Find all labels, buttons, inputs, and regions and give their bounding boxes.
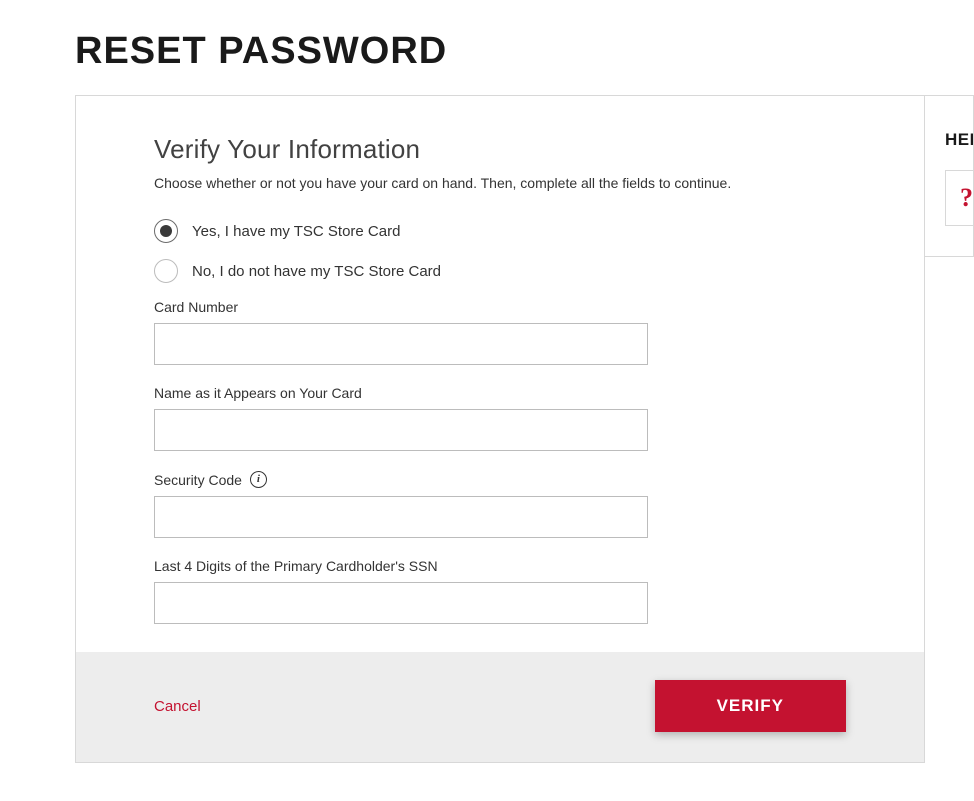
- name-on-card-input[interactable]: [154, 409, 648, 451]
- ssn-last4-label: Last 4 Digits of the Primary Cardholder'…: [154, 558, 438, 574]
- help-item[interactable]: ?: [945, 170, 974, 226]
- section-heading: Verify Your Information: [154, 134, 846, 165]
- help-panel: HELP ?: [925, 95, 974, 257]
- cancel-button[interactable]: Cancel: [154, 698, 201, 715]
- main-card: Verify Your Information Choose whether o…: [75, 95, 925, 763]
- card-number-input[interactable]: [154, 323, 648, 365]
- radio-label-yes: Yes, I have my TSC Store Card: [192, 223, 400, 240]
- radio-icon: [154, 219, 178, 243]
- section-description: Choose whether or not you have your card…: [154, 175, 846, 191]
- radio-have-card-yes[interactable]: Yes, I have my TSC Store Card: [154, 219, 846, 243]
- radio-label-no: No, I do not have my TSC Store Card: [192, 263, 441, 280]
- radio-have-card-no[interactable]: No, I do not have my TSC Store Card: [154, 259, 846, 283]
- radio-icon: [154, 259, 178, 283]
- help-title: HELP: [945, 130, 973, 150]
- info-icon[interactable]: i: [250, 471, 267, 488]
- question-icon: ?: [960, 183, 973, 213]
- card-number-label: Card Number: [154, 299, 238, 315]
- security-code-label: Security Code: [154, 472, 242, 488]
- ssn-last4-input[interactable]: [154, 582, 648, 624]
- page-title: RESET PASSWORD: [75, 30, 974, 73]
- security-code-input[interactable]: [154, 496, 648, 538]
- card-footer: Cancel VERIFY: [76, 652, 924, 762]
- name-on-card-label: Name as it Appears on Your Card: [154, 385, 362, 401]
- verify-button[interactable]: VERIFY: [655, 680, 846, 732]
